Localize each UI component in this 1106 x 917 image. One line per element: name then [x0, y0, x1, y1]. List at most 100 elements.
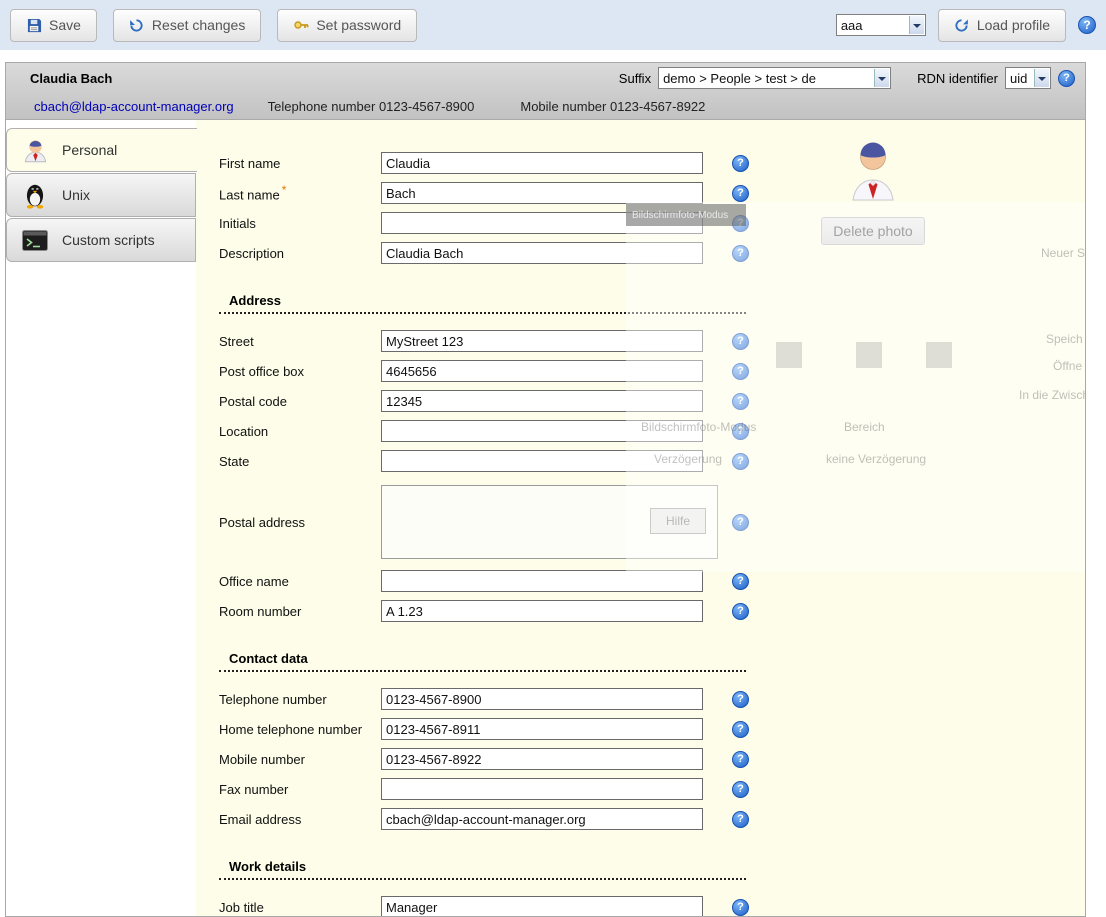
suffix-label: Suffix [619, 71, 651, 86]
help-icon[interactable]: ? [732, 573, 749, 590]
field-row: Fax number? [219, 774, 1085, 804]
email-link[interactable]: cbach@ldap-account-manager.org [34, 99, 234, 114]
input-description[interactable] [381, 242, 703, 264]
field-label: Job title [219, 900, 381, 915]
field-label: Office name [219, 574, 381, 589]
tab-label: Custom scripts [62, 232, 155, 248]
field-label: Home telephone number [219, 722, 381, 737]
input-mobile-number[interactable] [381, 748, 703, 770]
field-label: State [219, 454, 381, 469]
input-telephone-number[interactable] [381, 688, 703, 710]
field-row: Email address? [219, 804, 1085, 834]
toolbar: Save Reset changes Set password aaa Load… [0, 0, 1106, 50]
help-icon[interactable]: ? [732, 333, 749, 350]
help-icon[interactable]: ? [732, 363, 749, 380]
field-row: Office name? [219, 566, 1085, 596]
tab-custom-scripts[interactable]: Custom scripts [6, 218, 196, 262]
profile-select-wrap: aaa [836, 14, 926, 36]
save-button[interactable]: Save [10, 9, 97, 42]
account-body: Personal Unix Custom scripts First name? La… [6, 120, 1085, 916]
field-row: Initials? [219, 208, 1085, 238]
field-label: Post office box [219, 364, 381, 379]
input-street[interactable] [381, 330, 703, 352]
help-icon[interactable]: ? [732, 899, 749, 916]
field-label: Postal code [219, 394, 381, 409]
field-row: Telephone number? [219, 684, 1085, 714]
field-label: Telephone number [219, 692, 381, 707]
tab-unix[interactable]: Unix [6, 173, 196, 217]
rdn-select[interactable]: uid [1006, 68, 1050, 88]
field-label: Street [219, 334, 381, 349]
input-location[interactable] [381, 420, 703, 442]
field-row: Post office box? [219, 356, 1085, 386]
input-job-title[interactable] [381, 896, 703, 917]
help-icon[interactable]: ? [732, 393, 749, 410]
field-label: Initials [219, 216, 381, 231]
help-icon[interactable]: ? [732, 185, 749, 202]
input-first-name[interactable] [381, 152, 703, 174]
top-fields: First name?Last name*?Initials?Descripti… [219, 148, 1085, 268]
tab-list: Personal Unix Custom scripts [6, 120, 196, 916]
help-icon[interactable]: ? [732, 691, 749, 708]
help-icon[interactable]: ? [1078, 16, 1096, 34]
delete-photo-button[interactable]: Delete photo [821, 217, 924, 245]
terminal-icon [20, 230, 50, 251]
load-profile-label: Load profile [977, 17, 1050, 33]
help-icon[interactable]: ? [732, 811, 749, 828]
tab-label: Personal [62, 142, 117, 158]
load-profile-button[interactable]: Load profile [938, 9, 1066, 42]
field-label: First name [219, 156, 381, 171]
input-initials[interactable] [381, 212, 703, 234]
input-postal-code[interactable] [381, 390, 703, 412]
undo-icon [129, 17, 145, 33]
input-state[interactable] [381, 450, 703, 472]
rdn-label: RDN identifier [917, 71, 998, 86]
input-last-name[interactable] [381, 182, 703, 204]
input-home-telephone-number[interactable] [381, 718, 703, 740]
field-label: Last name* [219, 183, 381, 202]
required-marker: * [282, 183, 287, 197]
help-icon[interactable]: ? [732, 514, 749, 531]
help-icon[interactable]: ? [732, 781, 749, 798]
help-icon[interactable]: ? [732, 155, 749, 172]
refresh-icon [954, 17, 970, 33]
header-mobile: Mobile number 0123-4567-8922 [520, 99, 705, 114]
field-label: Room number [219, 604, 381, 619]
suffix-select[interactable]: demo > People > test > de [659, 68, 890, 88]
account-window: Claudia Bach Suffix demo > People > test… [5, 62, 1086, 917]
set-password-button[interactable]: Set password [277, 9, 417, 42]
help-icon[interactable]: ? [732, 721, 749, 738]
help-icon[interactable]: ? [732, 603, 749, 620]
help-icon[interactable]: ? [732, 751, 749, 768]
input-office-name[interactable] [381, 570, 703, 592]
field-label: Description [219, 246, 381, 261]
photo-block: Delete photo [808, 140, 938, 245]
field-row: Job title? [219, 892, 1085, 917]
header-telephone: Telephone number 0123-4567-8900 [268, 99, 475, 114]
input-email-address[interactable] [381, 808, 703, 830]
field-label: Location [219, 424, 381, 439]
field-label: Fax number [219, 782, 381, 797]
field-label: Mobile number [219, 752, 381, 767]
input-fax-number[interactable] [381, 778, 703, 800]
field-row: Mobile number? [219, 744, 1085, 774]
help-icon[interactable]: ? [732, 245, 749, 262]
field-row: Home telephone number? [219, 714, 1085, 744]
section-title: Address [219, 293, 746, 314]
field-label: Postal address [219, 515, 381, 530]
help-icon[interactable]: ? [732, 215, 749, 232]
help-icon[interactable]: ? [732, 453, 749, 470]
set-password-label: Set password [316, 17, 401, 33]
profile-select[interactable]: aaa [837, 15, 925, 35]
input-postal-address[interactable] [381, 485, 718, 559]
reset-changes-button[interactable]: Reset changes [113, 9, 261, 42]
save-button-label: Save [49, 17, 81, 33]
account-title: Claudia Bach [30, 71, 112, 86]
help-icon[interactable]: ? [1058, 70, 1075, 87]
reset-changes-label: Reset changes [152, 17, 245, 33]
account-header: Claudia Bach Suffix demo > People > test… [6, 63, 1085, 120]
tab-personal[interactable]: Personal [6, 128, 197, 172]
help-icon[interactable]: ? [732, 423, 749, 440]
input-room-number[interactable] [381, 600, 703, 622]
input-post-office-box[interactable] [381, 360, 703, 382]
